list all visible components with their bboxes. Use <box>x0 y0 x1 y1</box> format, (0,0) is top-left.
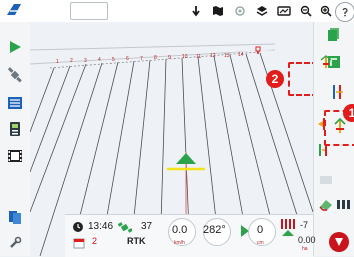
help-icon[interactable] <box>335 2 354 22</box>
job-data-icon[interactable] <box>5 120 25 138</box>
layers-icon[interactable] <box>254 3 270 19</box>
row-label: 7 <box>140 56 143 62</box>
sections-icon[interactable] <box>334 194 354 214</box>
shift-line-icon[interactable] <box>328 82 348 102</box>
documents-icon[interactable] <box>5 208 25 226</box>
callout-badge-2: 2 <box>266 70 284 88</box>
calendar-icon <box>73 236 85 254</box>
clock-time: 13:46 <box>88 221 114 232</box>
zoom-out-icon[interactable] <box>298 3 314 19</box>
video-icon[interactable] <box>5 147 25 165</box>
satellite-count: 37 <box>141 221 153 232</box>
fix-mode: RTK <box>127 236 146 246</box>
brand-logo-icon <box>6 3 22 17</box>
headland-icon[interactable] <box>316 170 336 190</box>
section-area: 0.00 <box>298 235 316 245</box>
row-label: 8 <box>154 55 157 61</box>
row-label: 6 <box>126 56 129 62</box>
speed-value: 0.0 <box>172 224 188 236</box>
section-unit: ha <box>302 246 308 252</box>
row-label: 13 <box>224 53 230 59</box>
gps-satellite-icon[interactable] <box>5 66 25 84</box>
top-toolbar <box>0 0 354 23</box>
brand-name-box <box>70 2 108 20</box>
tractor-icon[interactable] <box>188 3 204 19</box>
row-label: 12 <box>210 53 216 59</box>
row-label: 10 <box>182 54 188 60</box>
section-status-icon <box>280 218 296 243</box>
map-layer-icon[interactable] <box>210 3 226 19</box>
play-icon[interactable] <box>5 38 25 56</box>
heading-value: 282° <box>203 224 226 236</box>
row-label: 3 <box>84 58 87 64</box>
offset-unit: cm <box>257 240 264 246</box>
row-label: 4 <box>98 57 101 63</box>
row-label: 14 <box>238 52 244 58</box>
settings-wrench-icon[interactable] <box>5 234 25 252</box>
offset-value: 0 <box>257 224 264 236</box>
row-label: 11 <box>196 54 202 60</box>
date-indicator: 2 <box>92 236 98 246</box>
highlight-box-2 <box>288 62 313 96</box>
row-label: 1 <box>56 59 59 65</box>
zoom-in-icon[interactable] <box>318 3 334 19</box>
row-label: 2 <box>70 58 73 64</box>
set-ab-line-icon[interactable] <box>316 52 336 72</box>
layer-stack-icon[interactable] <box>324 24 344 44</box>
left-sidebar <box>0 22 31 256</box>
stop-icon[interactable] <box>329 232 349 252</box>
speed-unit: km/h <box>174 240 185 246</box>
guidance-lines-icon[interactable] <box>5 94 25 112</box>
eraser-icon[interactable] <box>316 194 336 214</box>
overlay-icon[interactable] <box>276 3 292 19</box>
section-value: -7 <box>300 220 309 230</box>
satellite-icon[interactable] <box>232 3 248 19</box>
row-label: 5 <box>112 57 115 63</box>
row-label: 9 <box>168 55 171 61</box>
callout-badge-1: 1 <box>343 104 354 122</box>
